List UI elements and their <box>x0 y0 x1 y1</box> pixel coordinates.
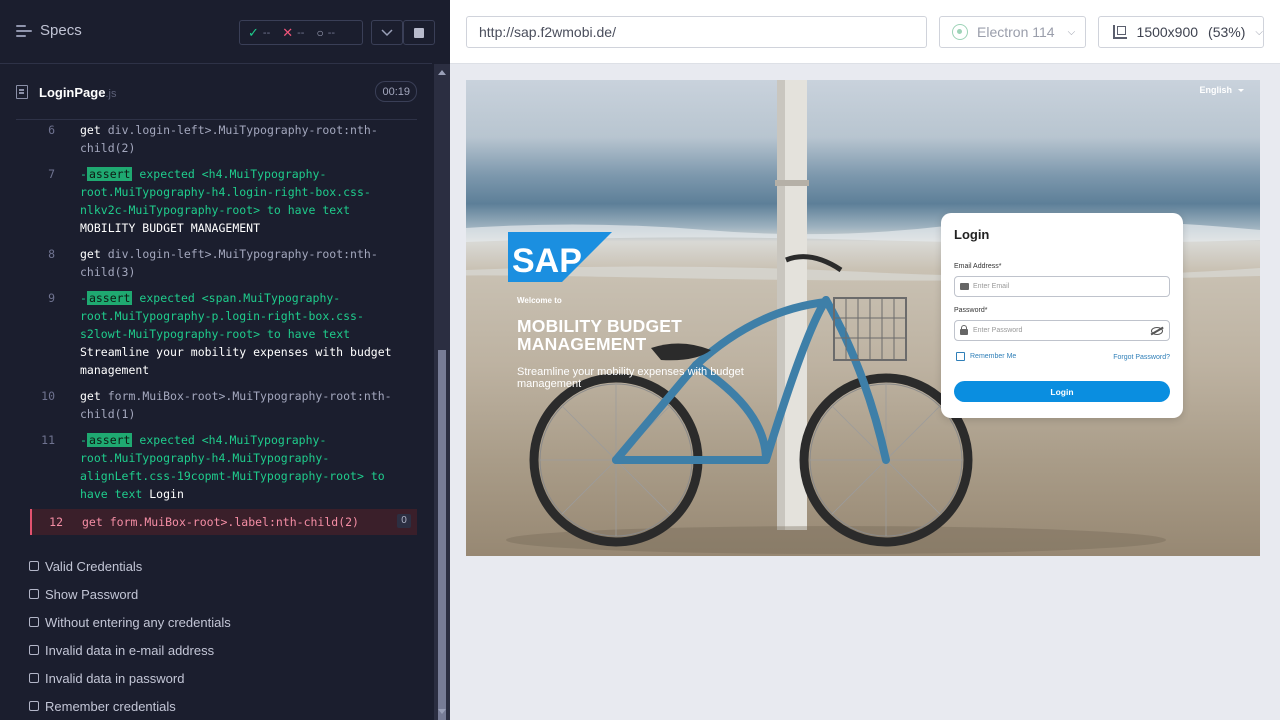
stop-button[interactable] <box>403 20 435 45</box>
assert-tag: assert <box>86 167 133 181</box>
test-item[interactable]: Without entering any credentials <box>29 608 424 636</box>
file-icon <box>16 85 28 99</box>
remember-me[interactable]: Remember Me <box>956 352 1016 361</box>
passed-stat: ✓ -- <box>248 24 271 40</box>
test-status-icon <box>29 589 39 599</box>
language-selector[interactable]: English <box>1199 85 1244 95</box>
command-row[interactable]: 10 get form.MuiBox-root>.MuiTypography-r… <box>30 383 417 427</box>
mail-icon <box>960 283 969 290</box>
command-count-badge: 0 <box>397 514 411 528</box>
check-icon: ✓ <box>248 24 259 40</box>
hero-subtitle: Streamline your mobility expenses with b… <box>517 366 744 390</box>
spec-header: LoginPage .js 00:19 <box>16 78 417 106</box>
eye-off-icon[interactable] <box>1151 327 1163 335</box>
url-bar[interactable]: http://sap.f2wmobi.de/ <box>466 16 927 48</box>
stop-icon <box>414 27 424 38</box>
email-field[interactable]: Enter Email <box>954 276 1170 297</box>
chevron-down-icon: ⌵ <box>1255 26 1263 38</box>
test-status-icon <box>29 701 39 711</box>
test-item[interactable]: Valid Credentials <box>29 552 424 580</box>
forgot-password-link[interactable]: Forgot Password? <box>1113 354 1170 361</box>
cypress-runner-panel: Specs ✓ -- ✕ -- ○ -- LoginPage .js 00:19… <box>0 0 450 720</box>
viewport-icon <box>1113 25 1127 39</box>
spec-extension: .js <box>105 87 117 100</box>
specs-button[interactable]: Specs <box>16 22 82 39</box>
password-label: Password* <box>954 307 988 314</box>
specs-list-icon <box>16 24 32 38</box>
browser-selector[interactable]: Electron 114 ⌵ <box>939 16 1086 48</box>
welcome-text: Welcome to <box>517 296 562 305</box>
x-icon: ✕ <box>282 24 294 40</box>
runner-header: Specs ✓ -- ✕ -- ○ -- <box>0 0 435 64</box>
password-field[interactable]: Enter Password <box>954 320 1170 341</box>
aut-header: http://sap.f2wmobi.de/ Electron 114 ⌵ 15… <box>450 0 1280 64</box>
test-status-icon <box>29 617 39 627</box>
spinner-icon: ○ <box>316 25 324 40</box>
chevron-down-icon <box>381 28 393 36</box>
assert-tag: assert <box>86 291 133 305</box>
viewport-selector[interactable]: 1500x900 (53%) ⌵ <box>1098 16 1264 48</box>
assert-row[interactable]: 9 - assert expected <span.MuiTypography-r… <box>30 285 417 383</box>
failed-command-row[interactable]: 12 get form.MuiBox-root>.label:nth-child… <box>30 509 417 535</box>
command-log: 6 get div.login-left>.MuiTypography-root… <box>30 120 417 535</box>
pending-stat: ○ -- <box>316 25 336 40</box>
test-stats: ✓ -- ✕ -- ○ -- <box>239 20 363 45</box>
specs-label: Specs <box>40 22 82 39</box>
scroll-down-arrow-icon[interactable] <box>438 709 446 714</box>
command-row[interactable]: 6 get div.login-left>.MuiTypography-root… <box>30 120 417 161</box>
login-card: Login Email Address* Enter Email Passwor… <box>941 213 1183 418</box>
test-item[interactable]: Remember credentials <box>29 692 424 720</box>
test-item[interactable]: Invalid data in e-mail address <box>29 636 424 664</box>
spec-name: LoginPage <box>39 84 106 100</box>
electron-icon <box>952 24 968 40</box>
assert-row[interactable]: 11 - assert expected <h4.MuiTypography-ro… <box>30 427 417 507</box>
command-row[interactable]: 8 get div.login-left>.MuiTypography-root… <box>30 241 417 285</box>
test-item[interactable]: Show Password <box>29 580 424 608</box>
command-log-scrollbar[interactable] <box>434 64 450 720</box>
chevron-down-icon: ⌵ <box>1067 26 1076 38</box>
test-status-icon <box>29 645 39 655</box>
spec-timer: 00:19 <box>375 81 417 102</box>
assert-tag: assert <box>86 433 133 447</box>
email-label: Email Address* <box>954 263 1002 270</box>
scrollbar-thumb[interactable] <box>438 350 446 720</box>
sap-logo-text: SAP <box>512 242 582 280</box>
app-preview: English SAP Welcome to MOBILITY BUDGET M… <box>466 80 1260 556</box>
caret-down-icon <box>1238 88 1244 92</box>
assert-row[interactable]: 7 - assert expected <h4.MuiTypography-roo… <box>30 161 417 241</box>
login-title: Login <box>954 227 990 242</box>
remember-checkbox[interactable] <box>956 352 965 361</box>
toggle-auto-scroll-button[interactable] <box>371 20 403 45</box>
sap-logo: SAP <box>508 232 612 282</box>
test-status-icon <box>29 673 39 683</box>
lock-icon <box>960 325 968 335</box>
test-status-icon <box>29 561 39 571</box>
failed-stat: ✕ -- <box>282 24 305 40</box>
test-list: Valid Credentials Show Password Without … <box>29 552 424 720</box>
test-item[interactable]: Invalid data in password <box>29 664 424 692</box>
login-button[interactable]: Login <box>954 381 1170 402</box>
hero-title: MOBILITY BUDGET MANAGEMENT <box>517 316 683 354</box>
scroll-up-arrow-icon[interactable] <box>438 70 446 75</box>
